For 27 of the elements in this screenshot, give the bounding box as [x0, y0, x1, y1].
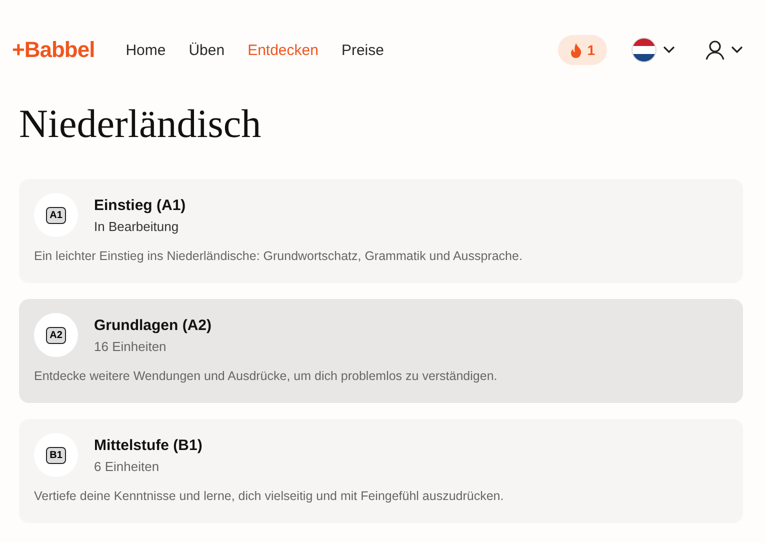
chevron-down-icon	[731, 46, 743, 54]
level-card[interactable]: B1 Mittelstufe (B1) 6 Einheiten Vertiefe deine Kenntnisse und lerne, dich vielseitig und mit Feingefühl auszudrücken.	[19, 419, 743, 523]
level-card[interactable]: A2 Grundlagen (A2) 16 Einheiten Entdecke weitere Wendungen und Ausdrücke, um dich problemlos zu verständigen.	[19, 299, 743, 403]
level-title: Grundlagen (A2)	[94, 316, 212, 334]
level-title: Mittelstufe (B1)	[94, 436, 202, 454]
page-title: Niederländisch	[19, 100, 262, 147]
level-status: 16 Einheiten	[94, 338, 168, 354]
user-icon	[705, 40, 725, 60]
level-card[interactable]: A1 Einstieg (A1) In Bearbeitung Ein leichter Einstieg ins Niederländische: Grundwortschatz, Grammatik und Aussprache.	[19, 179, 743, 283]
level-description: Entdecke weitere Wendungen und Ausdrücke, um dich problemlos zu verständigen.	[34, 369, 498, 383]
level-badge: A2	[46, 326, 66, 344]
flame-icon	[570, 42, 582, 58]
level-description: Ein leichter Einstieg ins Niederländische: Grundwortschatz, Grammatik und Aussprache.	[34, 249, 524, 263]
level-badge: B1	[46, 446, 66, 464]
level-status: 6 Einheiten	[94, 458, 160, 474]
flag-icon	[631, 37, 657, 63]
account-menu[interactable]	[705, 40, 743, 60]
nav-link[interactable]: Üben	[188, 42, 225, 58]
level-status: In Bearbeitung	[94, 218, 180, 234]
nav-link[interactable]: Preise	[341, 42, 384, 58]
streak-count: 1	[587, 42, 595, 58]
nav-link[interactable]: Home	[126, 42, 166, 58]
chevron-down-icon	[663, 46, 675, 54]
level-badge: A1	[46, 206, 66, 224]
level-title: Einstieg (A1)	[94, 196, 186, 214]
language-selector[interactable]	[631, 37, 675, 63]
level-description: Vertiefe deine Kenntnisse und lerne, dich vielseitig und mit Feingefühl auszudrücken.	[34, 489, 505, 503]
